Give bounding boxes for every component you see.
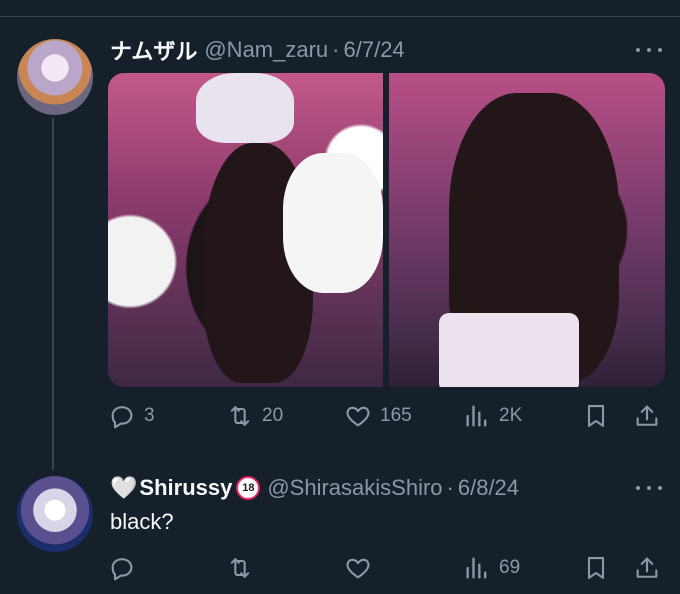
more-icon[interactable] <box>636 478 662 498</box>
retweet-icon <box>230 558 250 578</box>
media-grid <box>108 73 665 387</box>
reply-button[interactable] <box>108 554 144 582</box>
post-date[interactable]: 6/8/24 <box>458 475 519 501</box>
reply-button[interactable]: 3 <box>108 402 155 430</box>
views-icon <box>466 557 487 579</box>
share-button[interactable] <box>633 554 661 582</box>
separator-dot: · <box>332 37 340 62</box>
display-name[interactable]: Shirussy <box>139 475 232 501</box>
like-button[interactable]: 165 <box>344 402 412 430</box>
user-handle[interactable]: @ShirasakisShiro <box>267 475 442 501</box>
heart-icon <box>346 558 370 579</box>
reply-icon <box>111 406 133 429</box>
post-date[interactable]: 6/7/24 <box>344 37 405 63</box>
more-icon[interactable] <box>636 40 662 60</box>
views-button[interactable]: 69 <box>463 554 520 582</box>
user-handle[interactable]: @Nam_zaru <box>204 37 328 63</box>
views-button[interactable]: 2K <box>463 402 522 430</box>
view-count: 69 <box>499 557 521 578</box>
post-image-1[interactable] <box>108 73 383 387</box>
action-bar: 69 <box>108 553 664 583</box>
top-divider <box>0 16 680 17</box>
retweet-button[interactable]: 20 <box>226 402 283 430</box>
avatar[interactable] <box>17 476 93 552</box>
separator-dot: · <box>446 475 454 500</box>
white-heart-emoji: 🤍 <box>110 475 138 500</box>
display-name[interactable]: ナムザル <box>110 34 197 66</box>
reply-count: 3 <box>144 405 155 426</box>
post-text: black? <box>110 509 174 534</box>
bookmark-button[interactable] <box>582 554 610 582</box>
action-bar: 3 20 165 2K <box>108 401 664 431</box>
bookmark-icon <box>587 405 605 427</box>
bookmark-icon <box>587 557 605 579</box>
share-button[interactable] <box>633 402 661 430</box>
like-count: 165 <box>380 405 412 426</box>
retweet-button[interactable] <box>226 554 262 582</box>
share-icon <box>636 405 658 426</box>
thread-line <box>52 118 54 470</box>
views-icon <box>466 405 487 427</box>
like-button[interactable] <box>344 554 380 582</box>
view-count: 2K <box>499 405 523 426</box>
share-icon <box>636 557 658 578</box>
avatar[interactable] <box>17 39 93 115</box>
retweet-count: 20 <box>262 405 284 426</box>
bookmark-button[interactable] <box>582 402 610 430</box>
no-under-18-icon: 18 <box>236 476 261 500</box>
reply-icon <box>111 558 133 581</box>
post-image-2[interactable] <box>389 73 665 387</box>
post-header: ナムザル @Nam_zaru · 6/7/24 <box>110 36 405 64</box>
retweet-icon <box>230 406 250 426</box>
post-header: 🤍 Shirussy 18 @ShirasakisShiro · 6/8/24 <box>110 474 519 502</box>
heart-icon <box>346 406 370 427</box>
